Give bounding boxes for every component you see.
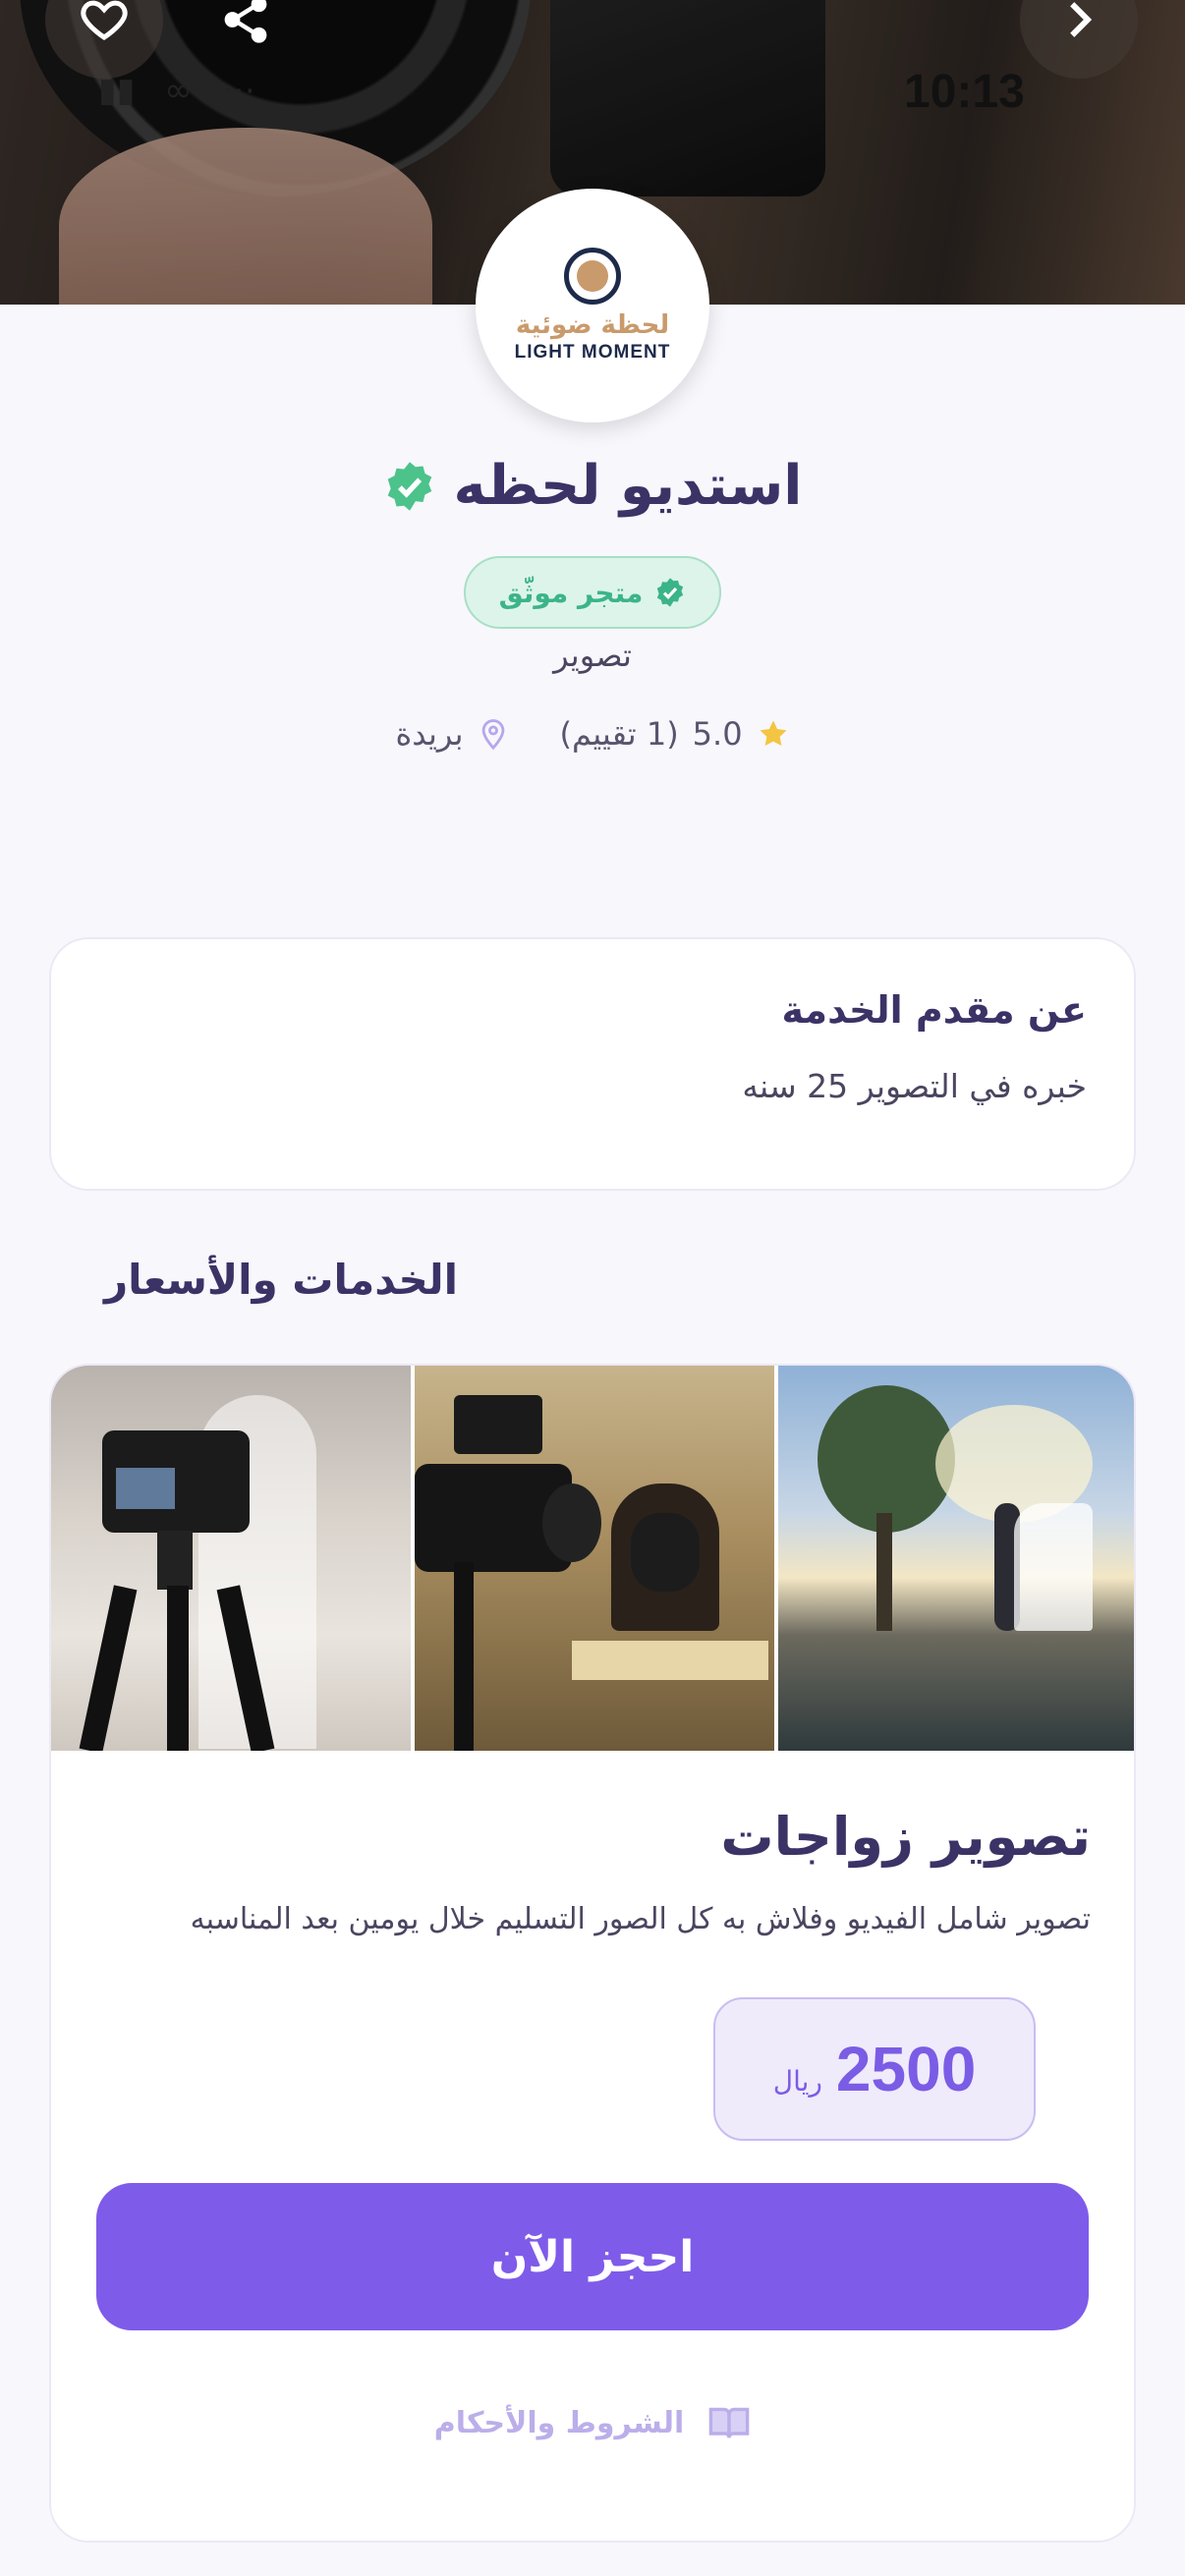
logo-mark	[564, 248, 621, 305]
terms-label: الشروط والأحكام	[433, 2405, 685, 2440]
star-icon	[760, 720, 787, 747]
store-logo: لحظة ضوئية LIGHT MOMENT	[476, 189, 709, 422]
store-meta-row: 5.0 (1 تقييم) بريدة	[0, 715, 1185, 753]
service-photos[interactable]	[51, 1366, 1134, 1751]
terms-link[interactable]: الشروط والأحكام	[0, 2403, 1185, 2442]
verified-badge-icon	[657, 578, 684, 607]
logo-text-en: LIGHT MOMENT	[514, 342, 671, 363]
services-section-title: الخدمات والأسعار	[103, 1256, 458, 1304]
verified-badge-label: متجر موثّق	[498, 576, 644, 609]
book-open-icon	[708, 2407, 750, 2438]
link-icon: ∞	[164, 71, 193, 110]
heart-icon	[81, 0, 128, 40]
location-info: بريدة	[395, 715, 510, 753]
store-category: تصوير	[553, 637, 632, 674]
service-title: تصوير زواجات	[720, 1806, 1091, 1868]
about-text: خبره في التصوير 25 سنه	[742, 1067, 1087, 1105]
service-photo-camera-tripod[interactable]	[51, 1366, 411, 1751]
service-photo-couple[interactable]	[778, 1366, 1134, 1751]
location-pin-icon	[482, 719, 505, 751]
service-price-box: 2500 ريال	[713, 1997, 1036, 2141]
logo-text-ar: لحظة ضوئية	[515, 310, 670, 340]
store-name: استديو لحظه	[453, 454, 803, 518]
chevron-right-icon	[1070, 2, 1093, 37]
service-currency: ريال	[772, 2064, 822, 2098]
service-photo-video-camera[interactable]	[415, 1366, 774, 1751]
verified-store-badge: متجر موثّق	[464, 556, 721, 629]
rating-info[interactable]: 5.0 (1 تقييم)	[559, 715, 789, 753]
about-provider-card: عن مقدم الخدمة خبره في التصوير 25 سنه	[49, 937, 1136, 1191]
service-price: 2500	[835, 2034, 977, 2104]
about-title: عن مقدم الخدمة	[781, 988, 1088, 1032]
share-icon	[224, 0, 267, 43]
status-time: 10:13	[904, 66, 1025, 118]
verified-check-icon	[387, 461, 431, 511]
rating-value: 5.0	[692, 715, 743, 753]
reviews-count: (1 تقييم)	[559, 715, 679, 753]
service-description: تصوير شامل الفيديو وفلاش به كل الصور الت…	[190, 1902, 1091, 1936]
store-title-row: استديو لحظه	[0, 454, 1185, 518]
book-now-button[interactable]: احجز الآن	[96, 2183, 1089, 2330]
service-card[interactable]: تصوير زواجات تصوير شامل الفيديو وفلاش به…	[49, 1364, 1136, 2543]
city-name: بريدة	[395, 715, 464, 753]
